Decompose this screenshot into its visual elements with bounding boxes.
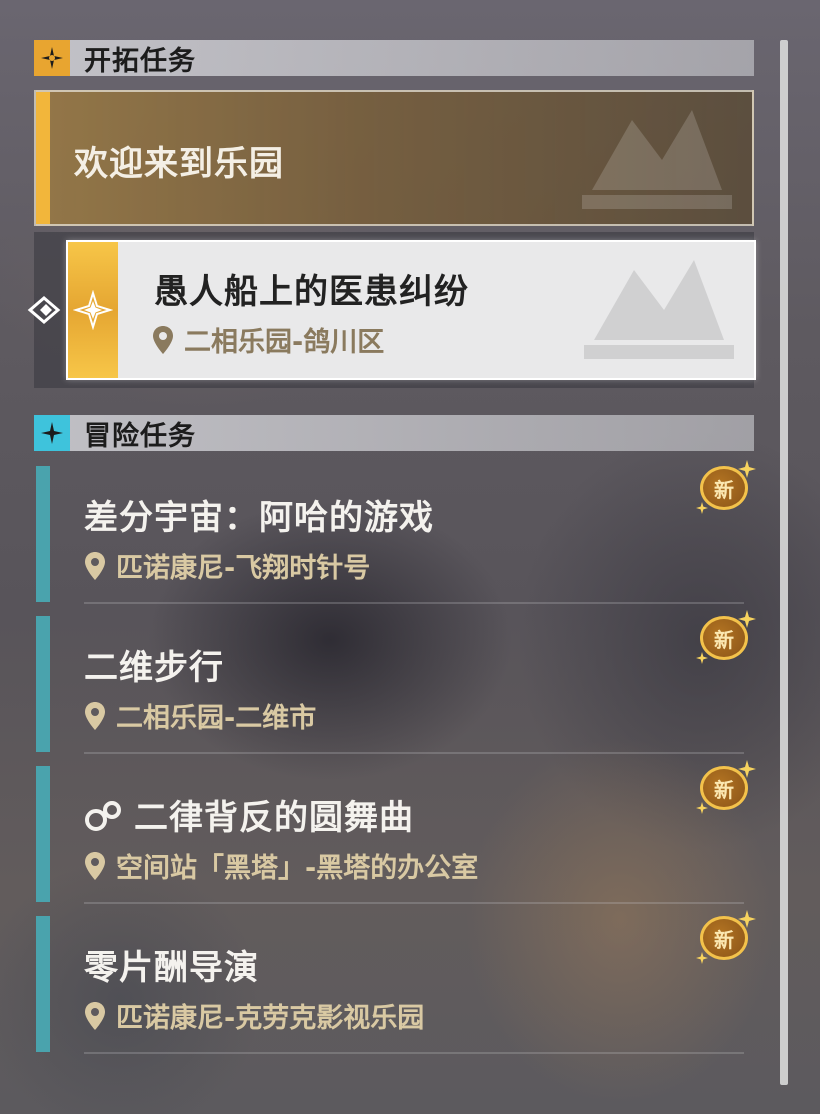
link-ring-icon: [85, 800, 121, 831]
sparkle-icon: [696, 502, 708, 514]
sub-quest-location-text: 二相乐园-鸽川区: [184, 327, 385, 358]
quest-title: 二律背反的圆舞曲: [134, 798, 414, 838]
quest-title: 二维步行: [84, 648, 224, 688]
new-badge: 新: [696, 610, 756, 664]
adventure-quest-header: 冒险任务: [34, 415, 754, 452]
list-divider: [84, 902, 744, 904]
quest-accent-bar: [36, 766, 50, 902]
adventure-quest-item[interactable]: 二维步行 二相乐园-二维市 新: [36, 610, 756, 754]
list-divider: [84, 1052, 744, 1054]
quest-location: 空间站「黑塔」-黑塔的办公室: [84, 846, 478, 885]
list-divider: [84, 752, 744, 754]
compass-star-icon: [34, 40, 70, 76]
emblem-watermark-icon: [582, 110, 732, 209]
trailblaze-quest-header: 开拓任务: [34, 40, 754, 77]
quest-location-text: 匹诺康尼-克劳克影视乐园: [116, 1003, 425, 1034]
quest-accent-bar: [36, 92, 50, 224]
sub-quest-location: 二相乐园-鸽川区: [152, 320, 384, 359]
main-quest-item[interactable]: 欢迎来到乐园: [34, 90, 754, 226]
new-badge: 新: [696, 460, 756, 514]
sparkle-icon: [738, 910, 756, 928]
adventure-quest-item[interactable]: 二律背反的圆舞曲 空间站「黑塔」-黑塔的办公室 新: [36, 760, 756, 904]
quest-location: 匹诺康尼-克劳克影视乐园: [84, 996, 424, 1035]
sparkle-icon: [738, 760, 756, 778]
selected-arrow-icon: [27, 296, 61, 324]
sparkle-icon: [696, 652, 708, 664]
quest-title-row: 二律背反的圆舞曲: [84, 790, 414, 839]
quest-accent-bar: [36, 916, 50, 1052]
adventure-quest-item[interactable]: 差分宇宙：阿哈的游戏 匹诺康尼-飞翔时针号 新: [36, 460, 756, 604]
sparkle-icon: [738, 610, 756, 628]
list-divider: [84, 602, 744, 604]
quest-accent-bar: [36, 466, 50, 602]
new-badge: 新: [696, 760, 756, 814]
location-pin-icon: [85, 551, 105, 580]
quest-location-text: 二相乐园-二维市: [116, 703, 317, 734]
sub-quest-title: 愚人船上的医患纠纷: [154, 272, 469, 312]
location-pin-icon: [85, 701, 105, 730]
quest-accent-bar: [36, 616, 50, 752]
quest-title: 零片酬导演: [84, 948, 259, 988]
trailblaze-star-icon: [68, 242, 118, 378]
location-pin-icon: [85, 1001, 105, 1030]
sparkle-icon: [696, 802, 708, 814]
quest-location-text: 空间站「黑塔」-黑塔的办公室: [116, 853, 479, 884]
quest-title: 差分宇宙：阿哈的游戏: [84, 498, 434, 538]
new-badge: 新: [696, 910, 756, 964]
main-quest-title: 欢迎来到乐园: [74, 144, 284, 184]
sparkle-icon: [34, 415, 70, 451]
section-title: 冒险任务: [84, 420, 196, 452]
location-pin-icon: [153, 325, 173, 354]
quest-location-text: 匹诺康尼-飞翔时针号: [116, 553, 371, 584]
emblem-watermark-icon: [584, 260, 734, 359]
sparkle-icon: [738, 460, 756, 478]
quest-location: 匹诺康尼-飞翔时针号: [84, 546, 370, 585]
section-title: 开拓任务: [84, 45, 196, 77]
sub-quest-item[interactable]: 愚人船上的医患纠纷 二相乐园-鸽川区: [66, 240, 756, 380]
quest-location: 二相乐园-二维市: [84, 696, 316, 735]
sparkle-icon: [696, 952, 708, 964]
location-pin-icon: [85, 851, 105, 880]
list-scrollbar[interactable]: [780, 40, 788, 1085]
adventure-quest-item[interactable]: 零片酬导演 匹诺康尼-克劳克影视乐园 新: [36, 910, 756, 1054]
